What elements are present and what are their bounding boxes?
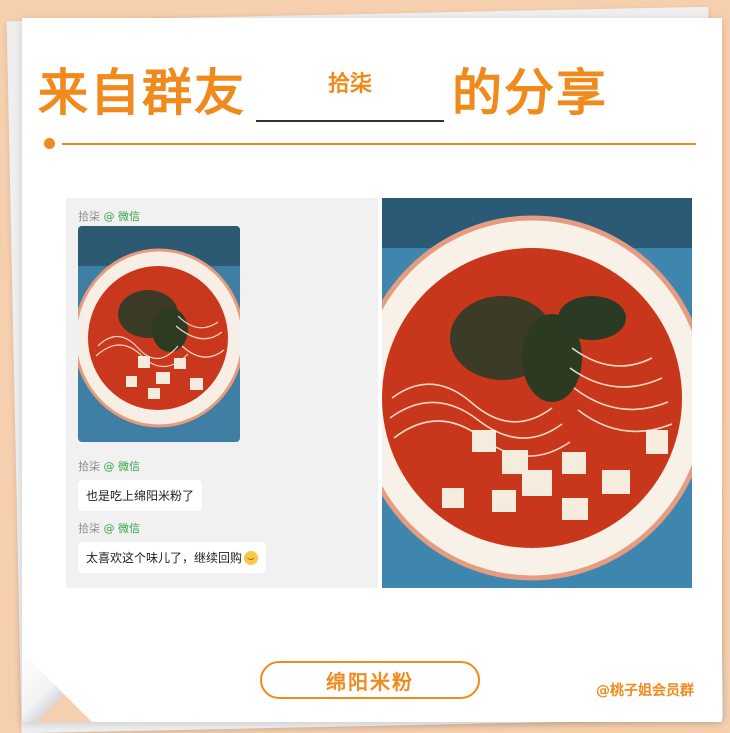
chat-screenshot: 拾柒 @ 微信 拾柒 @ 微信 也是吃上绵阳米粉了 拾柒 @ 微信 太喜欢这个味… [66, 198, 378, 588]
noodle-bowl-image [382, 198, 692, 588]
header-title: 来自群友 拾柒 的分享 [38, 54, 678, 124]
title-left: 来自群友 [38, 64, 246, 122]
title-right: 的分享 [452, 64, 608, 122]
sender-name: 拾柒 [78, 210, 100, 223]
sender-name: 拾柒 [78, 460, 100, 473]
noodle-bowl-image [78, 226, 240, 442]
dish-tag: 绵阳米粉 [260, 661, 480, 699]
noodle-photo-large[interactable] [382, 198, 692, 588]
chat-photo-thumbnail[interactable] [78, 226, 240, 442]
group-credit: @桃子姐会员群 [596, 683, 694, 699]
smiley-icon [244, 551, 259, 565]
message-bubble: 也是吃上绵阳米粉了 [78, 480, 203, 511]
member-name: 拾柒 [327, 71, 372, 97]
message-sender: 拾柒 @ 微信 [78, 208, 140, 224]
divider-dot [44, 138, 55, 149]
platform-label: @ 微信 [103, 522, 141, 535]
message-sender: 拾柒 @ 微信 [78, 520, 140, 536]
platform-label: @ 微信 [103, 460, 141, 473]
message-text: 太喜欢这个味儿了，继续回购 [86, 551, 243, 565]
divider-line [62, 143, 696, 145]
platform-label: @ 微信 [103, 210, 141, 223]
member-name-blank: 拾柒 [256, 56, 444, 122]
sender-name: 拾柒 [78, 522, 100, 535]
message-bubble: 太喜欢这个味儿了，继续回购 [78, 542, 267, 573]
message-sender: 拾柒 @ 微信 [78, 458, 140, 474]
